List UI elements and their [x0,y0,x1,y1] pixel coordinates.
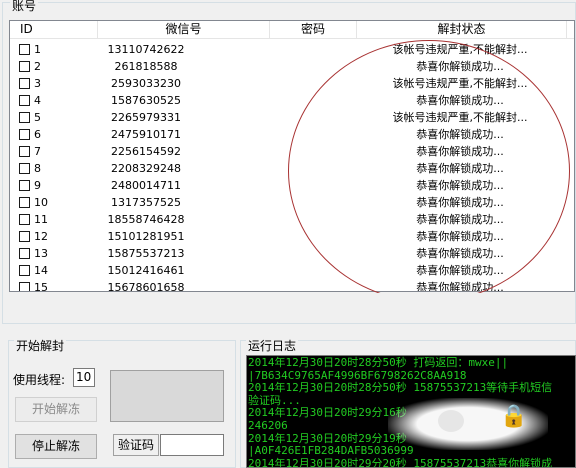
listview-header: ID 微信号 密码 解封状态 [10,21,574,39]
table-row[interactable]: 6 2475910171 恭喜你解锁成功... [10,126,574,143]
row-status: 恭喜你解锁成功... [416,94,504,107]
row-id: 5 [34,111,41,124]
horizontal-scrollbar[interactable] [9,293,575,308]
row-id: 1 [34,43,41,56]
table-row[interactable]: 1 13110742622 该帐号违规严重,不能解封... [10,41,574,58]
row-wechat-id: 261818588 [114,60,178,73]
row-id: 7 [34,145,41,158]
table-row[interactable]: 15 15678601658 恭喜你解锁成功... [10,279,574,292]
table-row[interactable]: 13 15875537213 恭喜你解锁成功... [10,245,574,262]
table-row[interactable]: 7 2256154592 恭喜你解锁成功... [10,143,574,160]
column-password[interactable]: 密码 [270,21,357,39]
row-id: 6 [34,128,41,141]
column-id[interactable]: ID [10,21,98,39]
log-line: 2014年12月30日20时29分20秒 15875537213恭喜你解锁成 [248,456,553,468]
table-row[interactable]: 2 261818588 恭喜你解锁成功... [10,58,574,75]
row-status: 恭喜你解锁成功... [416,213,504,226]
row-status: 恭喜你解锁成功... [416,247,504,260]
row-checkbox[interactable] [19,248,30,259]
row-id: 14 [34,264,48,277]
row-wechat-id: 2480014711 [111,179,181,192]
row-status: 恭喜你解锁成功... [416,145,504,158]
captcha-image [110,370,224,422]
unlock-group-title: 开始解封 [14,339,67,353]
row-id: 11 [34,213,48,226]
table-row[interactable]: 3 2593033230 该帐号违规严重,不能解封... [10,75,574,92]
row-status: 该帐号违规严重,不能解封... [392,77,528,90]
column-status[interactable]: 解封状态 [357,21,567,39]
row-wechat-id: 15101281951 [107,230,185,243]
row-checkbox[interactable] [19,180,30,191]
row-wechat-id: 2593033230 [111,77,181,90]
table-row[interactable]: 9 2480014711 恭喜你解锁成功... [10,177,574,194]
captcha-label: 验证码 [113,434,159,456]
accounts-group-title: 账号 [10,0,39,13]
row-wechat-id: 1587630525 [111,94,181,107]
row-checkbox[interactable] [19,163,30,174]
watermark-lock-icon: 🔒 [500,404,528,429]
table-row[interactable]: 4 1587630525 恭喜你解锁成功... [10,92,574,109]
row-id: 2 [34,60,41,73]
row-id: 10 [34,196,48,209]
row-status: 恭喜你解锁成功... [416,281,504,292]
row-wechat-id: 15875537213 [107,247,185,260]
start-unlock-button[interactable]: 开始解冻 [15,397,97,422]
log-line: 2014年12月30日20时28分50秒 15875537213等待手机短信 [248,381,553,395]
row-checkbox[interactable] [19,265,30,276]
log-group-title: 运行日志 [246,339,299,353]
log-line: 2014年12月30日20时28分50秒 打码返回：mwxe|| [248,356,509,369]
threads-input[interactable]: 10 [73,368,95,387]
log-line: |A0F426E1FB284DAFB5036999 [248,444,414,458]
row-status: 恭喜你解锁成功... [416,179,504,192]
row-checkbox[interactable] [19,129,30,140]
row-checkbox[interactable] [19,61,30,72]
table-row[interactable]: 10 1317357525 恭喜你解锁成功... [10,194,574,211]
column-wechat[interactable]: 微信号 [98,21,270,39]
row-id: 15 [34,281,48,292]
table-row[interactable]: 5 2265979331 该帐号违规严重,不能解封... [10,109,574,126]
row-wechat-id: 2265979331 [111,111,181,124]
row-status: 恭喜你解锁成功... [416,230,504,243]
row-checkbox[interactable] [19,282,30,291]
row-id: 12 [34,230,48,243]
accounts-listview[interactable]: ID 微信号 密码 解封状态 1 13110742622 该帐号违规严重,不能解封.… [9,20,575,292]
row-wechat-id: 2208329248 [111,162,181,175]
row-wechat-id: 18558746428 [107,213,185,226]
row-status: 恭喜你解锁成功... [416,128,504,141]
row-wechat-id: 15012416461 [107,264,185,277]
row-status: 恭喜你解锁成功... [416,264,504,277]
table-row[interactable]: 14 15012416461 恭喜你解锁成功... [10,262,574,279]
row-status: 恭喜你解锁成功... [416,60,504,73]
row-checkbox[interactable] [19,231,30,242]
row-checkbox[interactable] [19,44,30,55]
threads-label: 使用线程: [13,373,66,387]
row-checkbox[interactable] [19,146,30,157]
watermark-logo-icon [438,410,464,432]
table-row[interactable]: 11 18558746428 恭喜你解锁成功... [10,211,574,228]
row-checkbox[interactable] [19,112,30,123]
row-id: 4 [34,94,41,107]
row-status: 恭喜你解锁成功... [416,162,504,175]
row-checkbox[interactable] [19,78,30,89]
table-row[interactable]: 8 2208329248 恭喜你解锁成功... [10,160,574,177]
row-checkbox[interactable] [19,197,30,208]
table-row[interactable]: 12 15101281951 恭喜你解锁成功... [10,228,574,245]
row-status: 该帐号违规严重,不能解封... [392,43,528,56]
row-id: 13 [34,247,48,260]
row-id: 9 [34,179,41,192]
row-status: 恭喜你解锁成功... [416,196,504,209]
row-id: 8 [34,162,41,175]
row-wechat-id: 2256154592 [111,145,181,158]
row-wechat-id: 2475910171 [111,128,181,141]
captcha-input[interactable] [160,434,224,456]
stop-unlock-button[interactable]: 停止解冻 [15,434,97,459]
row-checkbox[interactable] [19,95,30,106]
row-wechat-id: 1317357525 [111,196,181,209]
row-wechat-id: 15678601658 [107,281,185,292]
row-checkbox[interactable] [19,214,30,225]
row-wechat-id: 13110742622 [107,43,185,56]
row-status: 该帐号违规严重,不能解封... [392,111,528,124]
row-id: 3 [34,77,41,90]
